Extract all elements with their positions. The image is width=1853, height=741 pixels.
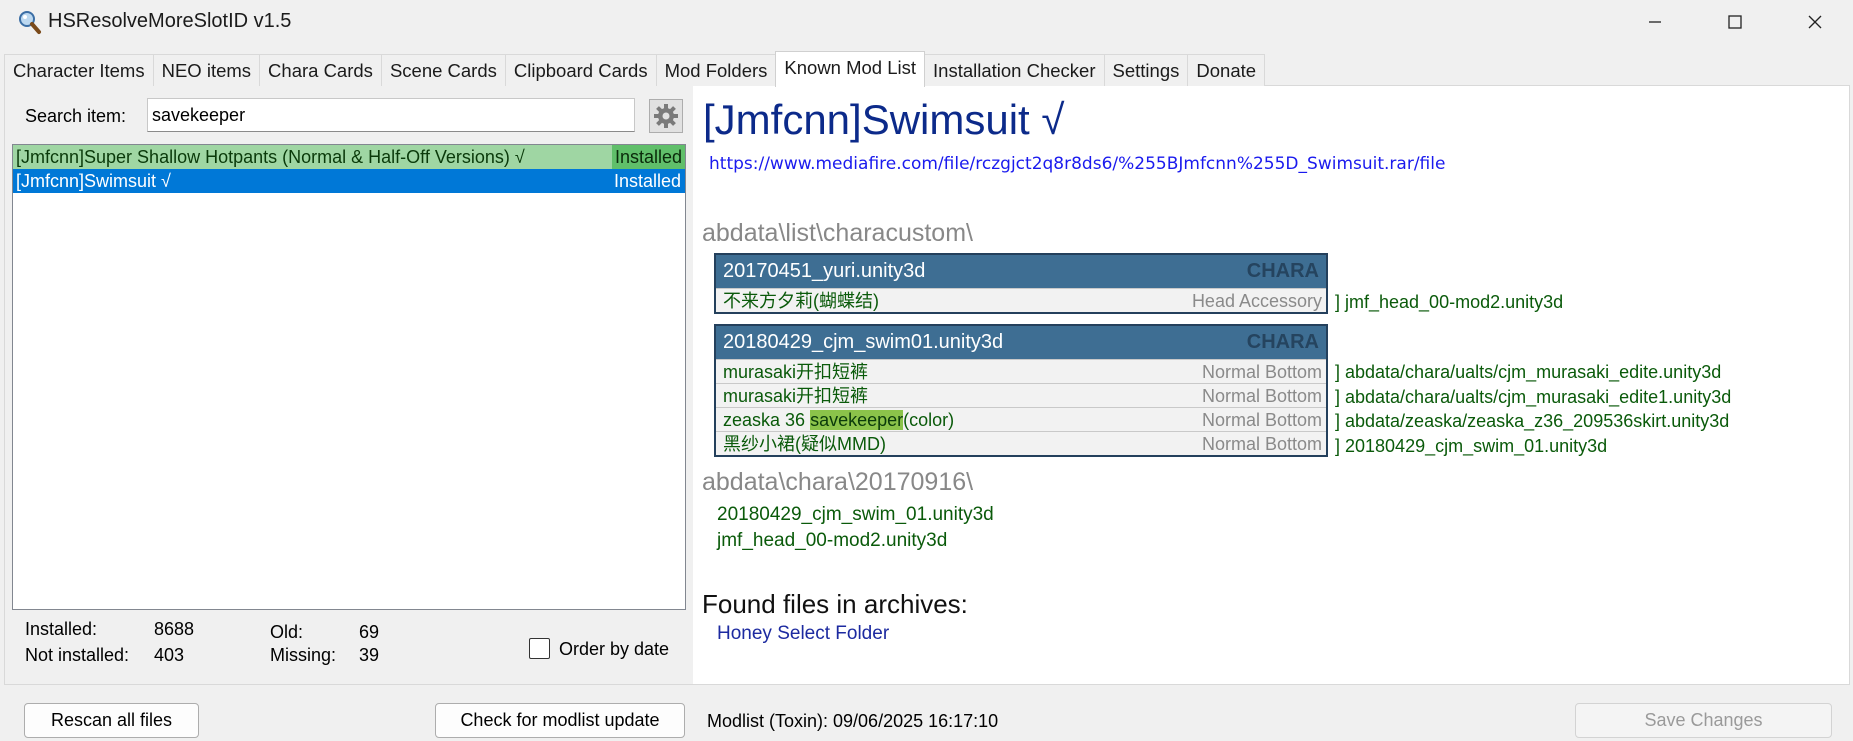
close-icon xyxy=(1808,15,1822,29)
card-item-type: Normal Bottom xyxy=(1201,434,1322,454)
missing-label: Missing: xyxy=(270,645,337,665)
card-item-target: ] abdata/chara/ualts/cjm_murasaki_edite1… xyxy=(1335,387,1732,407)
section-path: abdata\list\characustom\ xyxy=(702,219,973,247)
tab-character-items[interactable]: Character Items xyxy=(4,54,154,86)
tab-scene-cards[interactable]: Scene Cards xyxy=(380,54,506,86)
card-item-name: 黑纱小裙(疑似MMD) xyxy=(723,434,886,454)
installed-label: Installed: xyxy=(25,619,98,639)
search-input[interactable] xyxy=(147,98,635,132)
card-kind: CHARA xyxy=(1246,260,1319,282)
card-item-row: zeaska 36 savekeeper(color) Normal Botto… xyxy=(716,407,1326,431)
card-kind: CHARA xyxy=(1246,331,1319,353)
installed-count: 8688 xyxy=(154,619,195,639)
card-item-name-prefix: zeaska 36 xyxy=(723,410,811,430)
card-item-name: murasaki开扣短裤 xyxy=(723,362,869,382)
rescan-button[interactable]: Rescan all files xyxy=(24,703,199,738)
chara-card: 20170451_yuri.unity3d CHARA 不来方夕莉(蝴蝶结) H… xyxy=(714,253,1328,314)
tab-donate[interactable]: Donate xyxy=(1187,54,1266,86)
minimize-button[interactable] xyxy=(1615,0,1695,44)
card-item-row: murasaki开扣短裤 Normal Bottom xyxy=(716,383,1326,407)
chara-card: 20180429_cjm_swim01.unity3d CHARA murasa… xyxy=(714,324,1328,457)
check-update-button[interactable]: Check for modlist update xyxy=(435,703,685,738)
save-changes-button[interactable]: Save Changes xyxy=(1575,703,1832,738)
card-item-type: Head Accessory xyxy=(1191,291,1322,311)
card-item-type: Normal Bottom xyxy=(1201,362,1322,382)
tab-clipboard-cards[interactable]: Clipboard Cards xyxy=(504,54,657,86)
order-by-date-checkbox[interactable] xyxy=(529,638,550,659)
found-archive-link[interactable]: Honey Select Folder xyxy=(717,623,889,645)
list-item-name: [Jmfcnn]Super Shallow Hotpants (Normal &… xyxy=(16,147,525,167)
tab-neo-items[interactable]: NEO items xyxy=(152,54,261,86)
list-item[interactable]: [Jmfcnn]Swimsuit √ Installed xyxy=(13,169,685,193)
section-path: abdata\chara\20170916\ xyxy=(702,468,974,496)
chara-file: jmf_head_00-mod2.unity3d xyxy=(717,530,948,551)
list-item-status: Installed xyxy=(613,171,681,191)
card-item-target: ] abdata/chara/ualts/cjm_murasaki_edite.… xyxy=(1335,362,1722,382)
maximize-icon xyxy=(1728,15,1742,29)
card-item-target: ] 20180429_cjm_swim_01.unity3d xyxy=(1335,436,1608,456)
list-item-status: Installed xyxy=(611,145,685,169)
old-label: Old: xyxy=(270,622,304,642)
card-item-target: ] abdata/zeaska/zeaska_z36_209536skirt.u… xyxy=(1335,411,1730,431)
window-title: HSResolveMoreSlotID v1.5 xyxy=(48,10,292,32)
mod-title: [Jmfcnn]Swimsuit √ xyxy=(703,96,1065,143)
list-item[interactable]: [Jmfcnn]Super Shallow Hotpants (Normal &… xyxy=(13,145,685,169)
card-header: 20180429_cjm_swim01.unity3d CHARA xyxy=(716,326,1326,359)
tab-chara-cards[interactable]: Chara Cards xyxy=(259,54,382,86)
card-item-type: Normal Bottom xyxy=(1201,386,1322,406)
card-item-target: ] jmf_head_00-mod2.unity3d xyxy=(1335,292,1564,312)
close-button[interactable] xyxy=(1775,0,1853,44)
chara-file: 20180429_cjm_swim_01.unity3d xyxy=(717,504,994,525)
maximize-button[interactable] xyxy=(1695,0,1775,44)
not-installed-count: 403 xyxy=(154,645,185,665)
card-file: 20180429_cjm_swim01.unity3d xyxy=(723,331,1004,353)
card-item-row: murasaki开扣短裤 Normal Bottom xyxy=(716,359,1326,383)
card-item-name: 不来方夕莉(蝴蝶结) xyxy=(723,291,879,311)
card-file: 20170451_yuri.unity3d xyxy=(723,260,926,282)
search-options-button[interactable] xyxy=(649,99,683,133)
tab-mod-folders[interactable]: Mod Folders xyxy=(655,54,777,86)
gear-icon xyxy=(654,104,678,128)
tab-known-mod-list[interactable]: Known Mod List xyxy=(775,51,926,87)
card-item-row: 黑纱小裙(疑似MMD) Normal Bottom xyxy=(716,431,1326,455)
card-header: 20170451_yuri.unity3d CHARA xyxy=(716,255,1326,288)
missing-count: 39 xyxy=(359,645,380,665)
card-item-name: murasaki开扣短裤 xyxy=(723,386,869,406)
mod-download-link[interactable]: https://www.mediafire.com/file/rczgjct2q… xyxy=(709,154,1445,174)
found-files-heading: Found files in archives: xyxy=(702,589,968,619)
search-label: Search item: xyxy=(25,106,127,126)
list-item-name: [Jmfcnn]Swimsuit √ xyxy=(16,171,171,191)
order-by-date-label[interactable]: Order by date xyxy=(559,639,669,660)
mod-listbox[interactable]: [Jmfcnn]Super Shallow Hotpants (Normal &… xyxy=(12,144,686,610)
title-bar: HSResolveMoreSlotID v1.5 xyxy=(0,0,1853,44)
old-count: 69 xyxy=(359,622,380,642)
not-installed-label: Not installed: xyxy=(25,645,130,665)
app-window: HSResolveMoreSlotID v1.5 Character Items… xyxy=(0,0,1853,741)
magnifier-app-icon xyxy=(19,11,41,34)
tab-installation-checker[interactable]: Installation Checker xyxy=(924,54,1105,86)
tab-settings[interactable]: Settings xyxy=(1103,54,1189,86)
search-match-highlight: savekeeper xyxy=(810,410,904,430)
card-item-type: Normal Bottom xyxy=(1201,410,1322,430)
tab-strip: Character Items NEO items Chara Cards Sc… xyxy=(4,51,1266,87)
card-item-name-suffix: (color) xyxy=(903,410,955,430)
minimize-icon xyxy=(1649,21,1661,23)
modlist-status: Modlist (Toxin): 09/06/2025 16:17:10 xyxy=(707,711,999,731)
card-item-row: 不来方夕莉(蝴蝶结) Head Accessory xyxy=(716,288,1326,312)
